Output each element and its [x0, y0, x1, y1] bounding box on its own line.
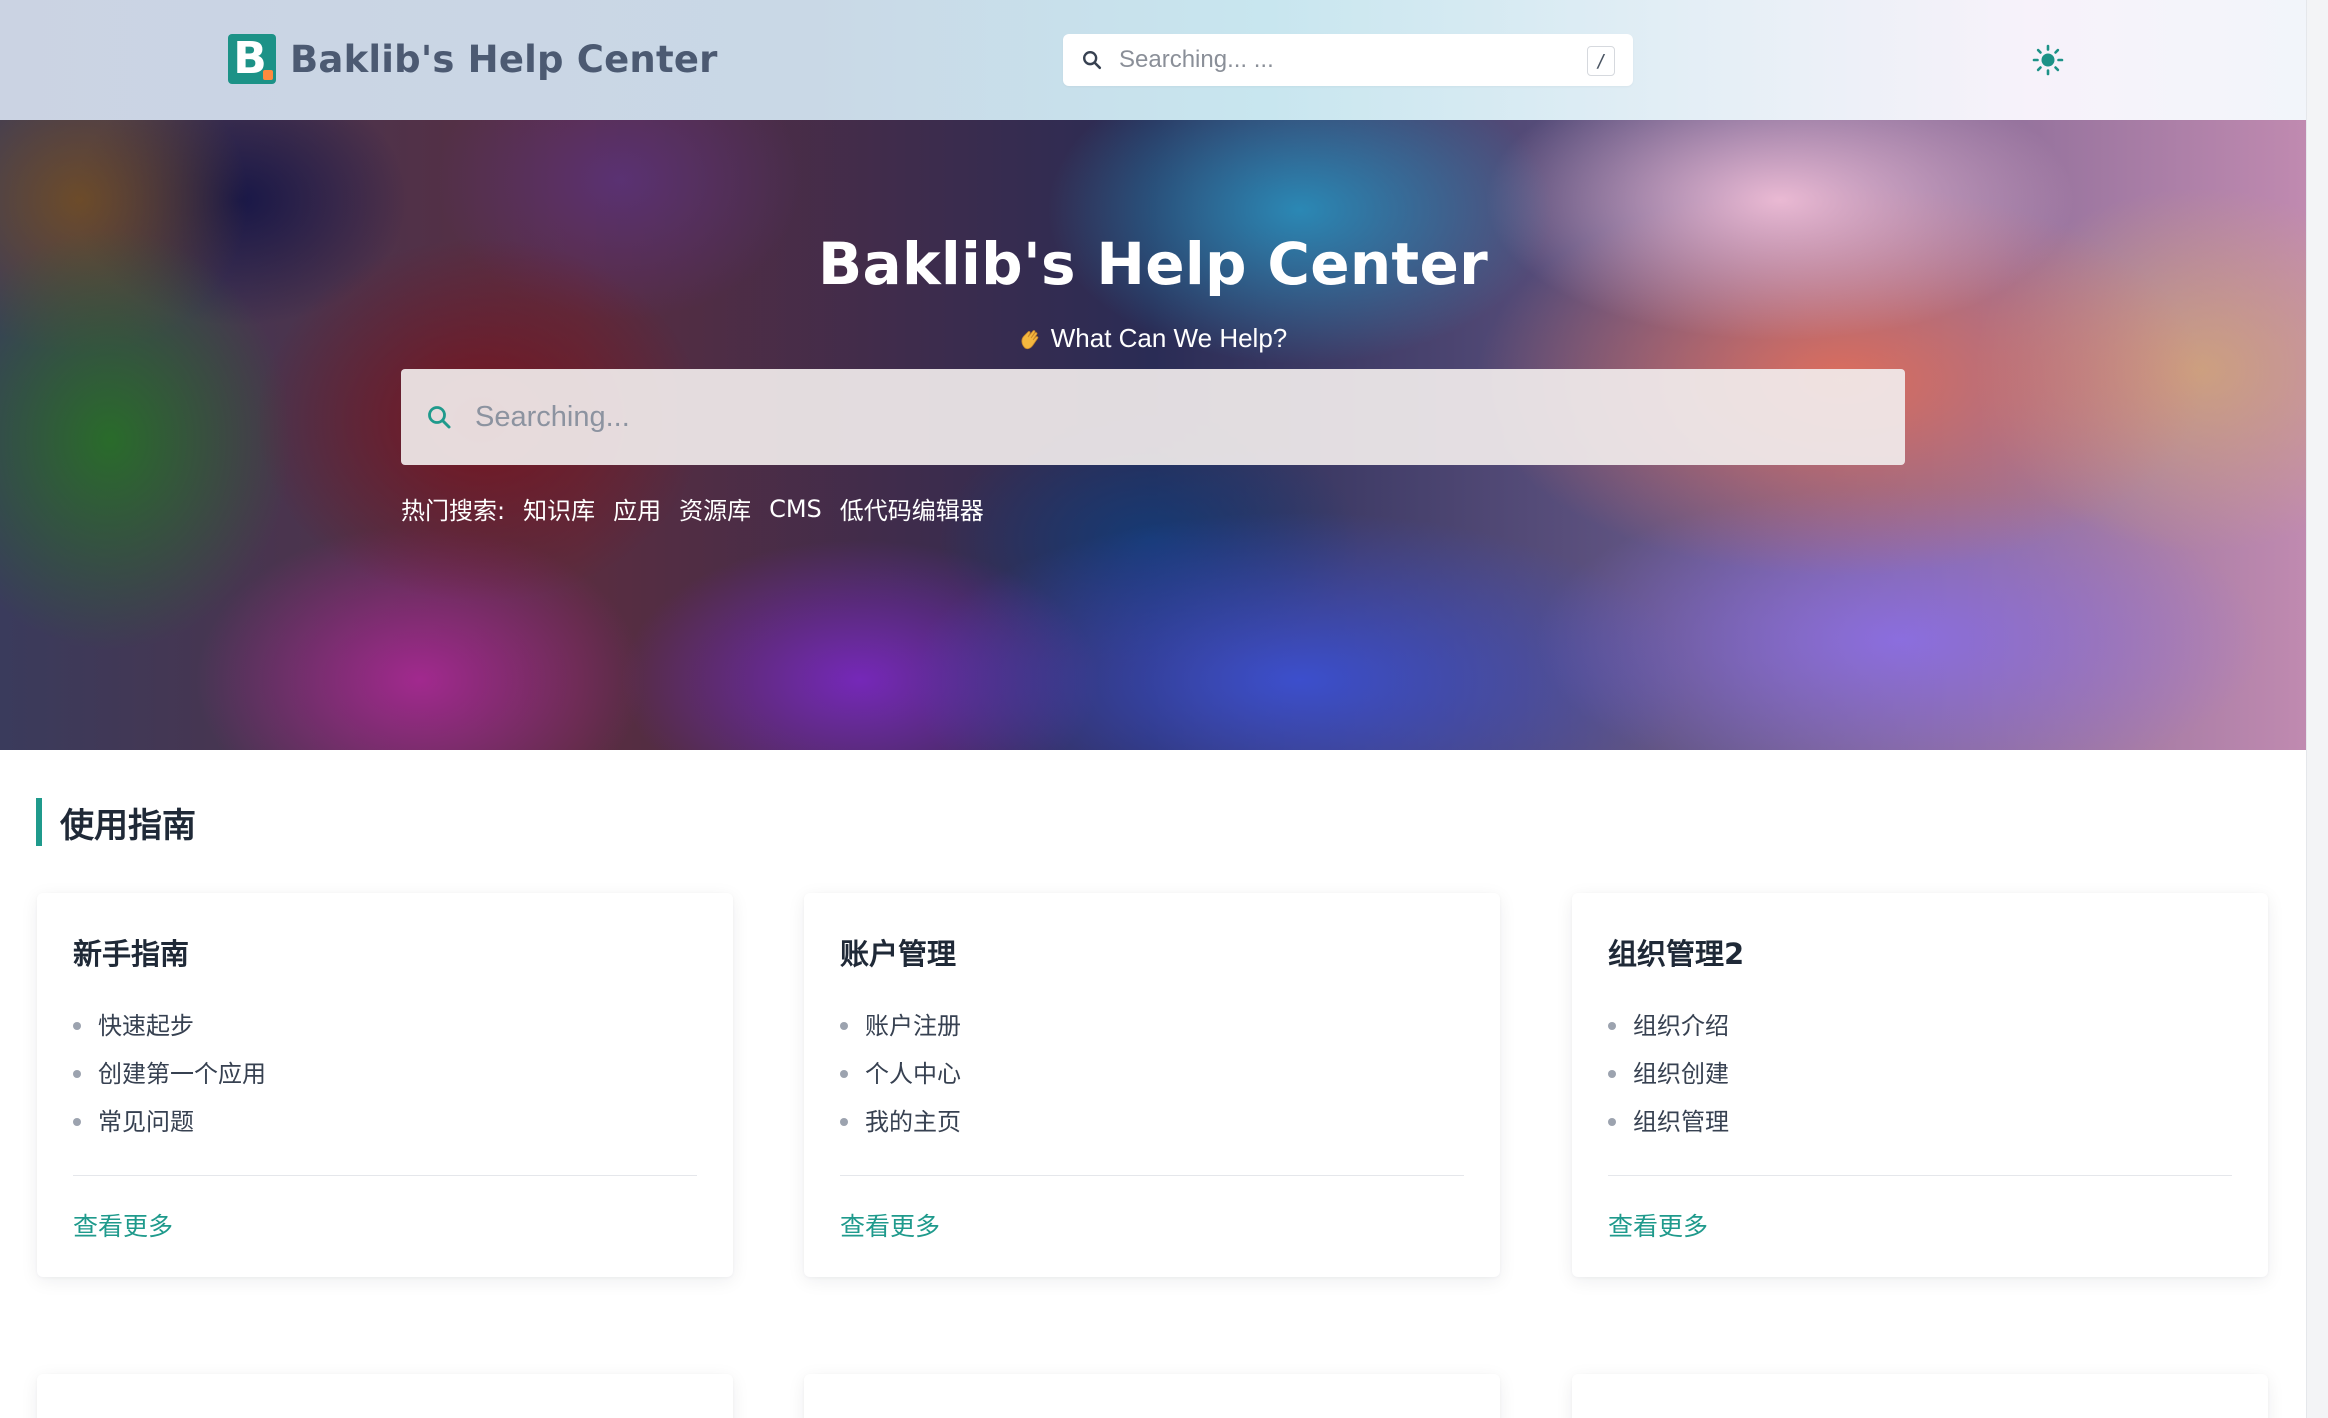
article-link[interactable]: 账户注册 — [840, 1009, 961, 1057]
article-link[interactable]: 我的主页 — [840, 1105, 961, 1153]
brand-name: Baklib's Help Center — [290, 37, 718, 81]
article-link[interactable]: 组织管理 — [1608, 1105, 1729, 1153]
hot-searches: 热门搜索: 知识库 应用 资源库 CMS 低代码编辑器 — [401, 491, 1002, 526]
logo-icon: B — [228, 34, 276, 84]
section-title: 使用指南 — [60, 805, 196, 846]
card-article-list: 账户注册 个人中心 我的主页 — [840, 1009, 961, 1153]
page-scrollbar[interactable] — [2306, 0, 2328, 1418]
section-accent-bar — [36, 798, 42, 846]
card-title[interactable]: 组织管理2 — [1608, 931, 1744, 973]
category-card-partial — [1572, 1374, 2268, 1418]
search-icon — [428, 406, 451, 429]
hero-subtitle-row: What Can We Help? — [0, 323, 2306, 354]
hot-searches-label: 热门搜索: — [401, 497, 506, 525]
page: B Baklib's Help Center / — [0, 0, 2306, 1418]
search-icon — [1083, 51, 1102, 70]
category-card: 账户管理 账户注册 个人中心 我的主页 查看更多 — [804, 893, 1500, 1277]
sun-icon — [2032, 44, 2064, 76]
hot-search-tag[interactable]: 知识库 — [523, 491, 595, 526]
hero-title: Baklib's Help Center — [818, 230, 1488, 298]
site-logo-link[interactable]: B Baklib's Help Center — [228, 34, 718, 84]
hot-search-tag[interactable]: 应用 — [613, 491, 661, 526]
hot-search-tag[interactable]: CMS — [769, 495, 822, 523]
hero-subtitle: What Can We Help? — [1050, 323, 1288, 353]
card-divider — [73, 1175, 697, 1176]
section-heading: 使用指南 — [36, 797, 196, 847]
category-card: 组织管理2 组织介绍 组织创建 组织管理 查看更多 — [1572, 893, 2268, 1277]
hot-search-tag[interactable]: 资源库 — [679, 491, 751, 526]
card-title[interactable]: 新手指南 — [73, 931, 189, 973]
hero-search-input[interactable] — [473, 399, 1877, 435]
logo-dot — [263, 70, 273, 80]
logo-letter: B — [233, 32, 267, 84]
hot-search-tag[interactable]: 低代码编辑器 — [840, 491, 984, 526]
search-shortcut-key: / — [1587, 46, 1615, 76]
header-search-box[interactable]: / — [1063, 34, 1633, 86]
hero-banner: Baklib's Help Center What Can We Help? 热… — [0, 120, 2306, 750]
article-link[interactable]: 组织介绍 — [1608, 1009, 1729, 1057]
theme-toggle-button[interactable] — [2030, 42, 2066, 78]
category-card-partial — [37, 1374, 733, 1418]
card-title[interactable]: 账户管理 — [840, 931, 956, 973]
view-more-link[interactable]: 查看更多 — [840, 1207, 940, 1243]
article-link[interactable]: 组织创建 — [1608, 1057, 1729, 1105]
card-divider — [1608, 1175, 2232, 1176]
category-card: 新手指南 快速起步 创建第一个应用 常见问题 查看更多 — [37, 893, 733, 1277]
top-navbar: B Baklib's Help Center / — [0, 0, 2306, 120]
header-search-input[interactable] — [1117, 45, 1561, 75]
card-divider — [840, 1175, 1464, 1176]
article-link[interactable]: 创建第一个应用 — [73, 1057, 266, 1105]
category-card-partial — [804, 1374, 1500, 1418]
view-more-link[interactable]: 查看更多 — [1608, 1207, 1708, 1243]
card-article-list: 快速起步 创建第一个应用 常见问题 — [73, 1009, 266, 1153]
article-link[interactable]: 常见问题 — [73, 1105, 266, 1153]
article-link[interactable]: 快速起步 — [73, 1009, 266, 1057]
view-more-link[interactable]: 查看更多 — [73, 1207, 173, 1243]
article-link[interactable]: 个人中心 — [840, 1057, 961, 1105]
card-article-list: 组织介绍 组织创建 组织管理 — [1608, 1009, 1729, 1153]
hero-search-box[interactable] — [401, 369, 1905, 465]
waving-hand-icon — [1021, 330, 1039, 350]
